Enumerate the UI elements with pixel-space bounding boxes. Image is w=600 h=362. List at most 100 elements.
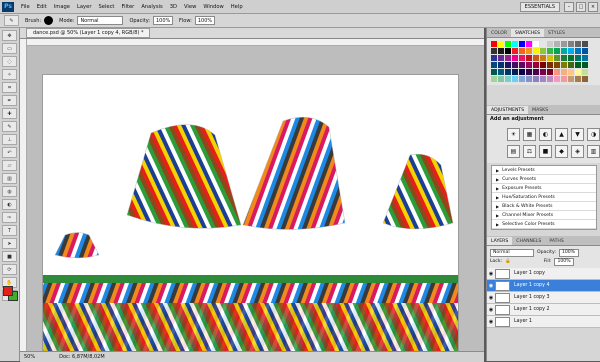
- brush-preview[interactable]: [44, 16, 54, 25]
- swatch-color[interactable]: [519, 69, 525, 75]
- layer-row[interactable]: ◉ Layer 1: [487, 316, 600, 328]
- swatch-color[interactable]: [526, 62, 532, 68]
- opacity-field[interactable]: 100%: [153, 16, 173, 25]
- swatch-color[interactable]: [519, 41, 525, 47]
- swatch-color[interactable]: [561, 55, 567, 61]
- swatch-color[interactable]: [526, 76, 532, 82]
- lock-icon[interactable]: 🔒: [505, 259, 511, 264]
- swatch-color[interactable]: [533, 69, 539, 75]
- color-swatches[interactable]: [3, 286, 18, 301]
- swatch-color[interactable]: [540, 62, 546, 68]
- brush-tool-icon[interactable]: ✎: [2, 121, 17, 132]
- preset-exposure[interactable]: ▶ Exposure Presets: [492, 184, 596, 193]
- swatch-color[interactable]: [561, 41, 567, 47]
- swatch-color[interactable]: [505, 55, 511, 61]
- clone-stamp-tool-icon[interactable]: ⊥: [2, 134, 17, 145]
- marquee-tool-icon[interactable]: ▭: [2, 43, 17, 54]
- menu-file[interactable]: File: [21, 4, 30, 10]
- menu-filter[interactable]: Filter: [121, 4, 134, 10]
- menu-analysis[interactable]: Analysis: [141, 4, 162, 10]
- visibility-eye-icon[interactable]: ◉: [487, 307, 495, 313]
- swatch-color[interactable]: [526, 55, 532, 61]
- crop-tool-icon[interactable]: ⌗: [2, 82, 17, 93]
- swatch-color[interactable]: [512, 62, 518, 68]
- swatch-color[interactable]: [498, 62, 504, 68]
- swatch-color[interactable]: [491, 62, 497, 68]
- swatch-color[interactable]: [519, 62, 525, 68]
- tab-adjustments[interactable]: ADJUSTMENTS: [487, 106, 529, 114]
- swatch-color[interactable]: [498, 69, 504, 75]
- swatch-color[interactable]: [561, 62, 567, 68]
- swatch-color[interactable]: [498, 76, 504, 82]
- swatch-color[interactable]: [491, 41, 497, 47]
- swatch-color[interactable]: [568, 62, 574, 68]
- swatch-color[interactable]: [526, 41, 532, 47]
- swatch-color[interactable]: [568, 76, 574, 82]
- layer-row[interactable]: ◉ Layer 1 copy 2: [487, 304, 600, 316]
- swatch-color[interactable]: [512, 55, 518, 61]
- swatch-color[interactable]: [568, 41, 574, 47]
- swatch-color[interactable]: [575, 76, 581, 82]
- swatch-color[interactable]: [512, 48, 518, 54]
- history-brush-tool-icon[interactable]: ↶: [2, 147, 17, 158]
- swatch-color[interactable]: [512, 69, 518, 75]
- preset-channel-mixer[interactable]: ▶ Channel Mixer Presets: [492, 211, 596, 220]
- tab-color[interactable]: COLOR: [487, 29, 511, 37]
- visibility-eye-icon[interactable]: ◉: [487, 319, 495, 325]
- swatch-color[interactable]: [498, 41, 504, 47]
- menu-3d[interactable]: 3D: [170, 4, 177, 10]
- swatch-color[interactable]: [547, 76, 553, 82]
- menu-edit[interactable]: Edit: [37, 4, 47, 10]
- swatch-color[interactable]: [561, 48, 567, 54]
- 3d-rotate-tool-icon[interactable]: ⟳: [2, 264, 17, 275]
- swatch-color[interactable]: [491, 76, 497, 82]
- preset-selective-color[interactable]: ▶ Selective Color Presets: [492, 220, 596, 229]
- tab-masks[interactable]: MASKS: [528, 106, 552, 114]
- visibility-eye-icon[interactable]: ◉: [487, 271, 495, 277]
- gradient-tool-icon[interactable]: ▥: [2, 173, 17, 184]
- document-canvas[interactable]: [42, 74, 459, 358]
- workspace-switcher[interactable]: ESSENTIALS: [519, 2, 560, 12]
- visibility-eye-icon[interactable]: ◉: [487, 283, 495, 289]
- swatch-color[interactable]: [582, 69, 588, 75]
- swatch-color[interactable]: [540, 69, 546, 75]
- move-tool-icon[interactable]: ✥: [2, 30, 17, 41]
- eyedropper-tool-icon[interactable]: ✒: [2, 95, 17, 106]
- swatch-color[interactable]: [575, 55, 581, 61]
- photo-filter-icon[interactable]: ■: [539, 145, 552, 158]
- dodge-tool-icon[interactable]: ◐: [2, 199, 17, 210]
- mode-select[interactable]: Normal: [77, 16, 124, 25]
- preset-curves[interactable]: ▶ Curves Presets: [492, 175, 596, 184]
- path-select-tool-icon[interactable]: ➤: [2, 238, 17, 249]
- eraser-tool-icon[interactable]: ▱: [2, 160, 17, 171]
- swatch-color[interactable]: [575, 62, 581, 68]
- swatch-color[interactable]: [575, 69, 581, 75]
- swatch-color[interactable]: [575, 41, 581, 47]
- swatch-color[interactable]: [533, 48, 539, 54]
- close-button[interactable]: ×: [588, 2, 598, 12]
- visibility-eye-icon[interactable]: ◉: [487, 295, 495, 301]
- hue-saturation-icon[interactable]: ◑: [587, 128, 600, 141]
- swatch-color[interactable]: [519, 55, 525, 61]
- menu-image[interactable]: Image: [54, 4, 70, 10]
- black-white-icon[interactable]: ⚖: [523, 145, 536, 158]
- swatch-color[interactable]: [547, 41, 553, 47]
- swatch-color[interactable]: [561, 76, 567, 82]
- swatch-color[interactable]: [547, 62, 553, 68]
- swatch-color[interactable]: [491, 48, 497, 54]
- swatch-color[interactable]: [554, 69, 560, 75]
- swatch-color[interactable]: [540, 55, 546, 61]
- healing-tool-icon[interactable]: ✚: [2, 108, 17, 119]
- swatch-color[interactable]: [533, 41, 539, 47]
- blend-mode-select[interactable]: Normal: [490, 248, 534, 257]
- swatch-color[interactable]: [582, 76, 588, 82]
- brightness-contrast-icon[interactable]: ☀: [507, 128, 520, 141]
- swatch-color[interactable]: [554, 55, 560, 61]
- swatch-color[interactable]: [533, 55, 539, 61]
- tab-swatches[interactable]: SWATCHES: [511, 29, 545, 37]
- quick-select-tool-icon[interactable]: ✧: [2, 69, 17, 80]
- swatch-color[interactable]: [582, 48, 588, 54]
- menu-view[interactable]: View: [184, 4, 196, 10]
- type-tool-icon[interactable]: T: [2, 225, 17, 236]
- lasso-tool-icon[interactable]: ◌: [2, 56, 17, 67]
